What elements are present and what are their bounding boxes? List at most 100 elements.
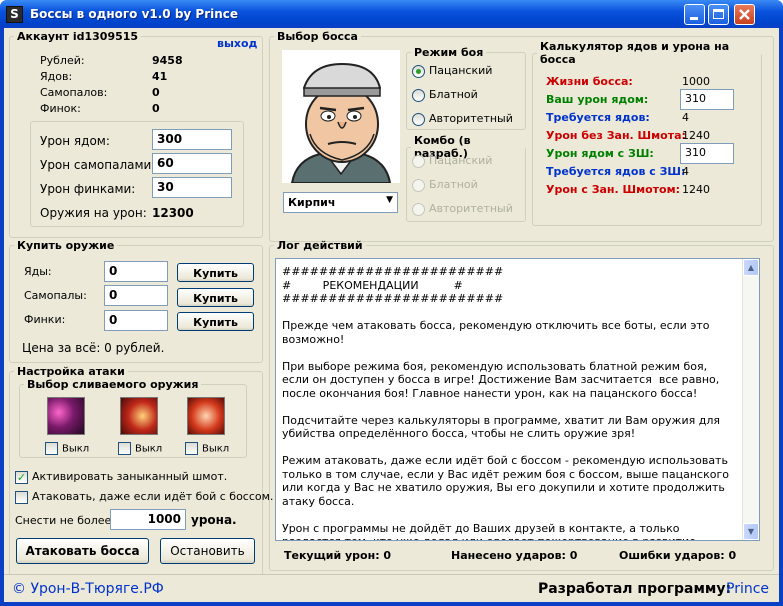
radio-dot-icon	[412, 64, 425, 78]
site-link[interactable]: © Урон-В-Тюряге.РФ	[12, 581, 164, 597]
buy-poison-input[interactable]: 0	[104, 261, 168, 282]
attack-legend: Настройка атаки	[17, 365, 125, 378]
samopal-damage-input[interactable]: 60	[152, 153, 232, 174]
account-legend: Аккаунт id1309515	[17, 30, 139, 43]
mode-blatnoy-radio[interactable]: Блатной	[412, 88, 478, 104]
close-icon	[739, 9, 750, 20]
radio-dot-icon	[412, 178, 425, 192]
poison-off-checkbox[interactable]: Выкл	[45, 442, 89, 457]
buy-samopal-input[interactable]: 0	[104, 285, 168, 306]
finka-off-checkbox[interactable]: Выкл	[185, 442, 229, 457]
poison-damage-input[interactable]: 300	[152, 129, 232, 150]
calc-row-input[interactable]: 310	[680, 143, 734, 164]
calc-row-value: 1000	[682, 75, 710, 88]
combo-patsan-radio: Пацанский	[412, 154, 492, 170]
boss-select[interactable]: Кирпич ▼	[283, 192, 398, 213]
finka-damage-input[interactable]: 30	[152, 177, 232, 198]
weapons-damage-value: 12300	[152, 206, 194, 220]
max-damage-input[interactable]: 1000	[110, 509, 186, 530]
finka-off-label: Выкл	[202, 443, 230, 455]
buy-poison-label: Яды:	[24, 265, 52, 278]
log-scrollbar[interactable]: ▲ ▼	[742, 259, 759, 540]
samopals-value: 0	[152, 86, 160, 99]
finka-damage-label: Урон финками:	[40, 182, 136, 196]
close-button[interactable]	[734, 4, 755, 25]
status-bar: © Урон-В-Тюряге.РФ Разработал программу:…	[4, 574, 779, 602]
calc-row-label: Урон без Зан. Шмота:	[546, 129, 686, 142]
checkbox-icon	[185, 442, 198, 455]
combo-avtoritet-radio: Авторитетный	[412, 202, 513, 218]
drain-legend: Выбор сливаемого оружия	[27, 378, 199, 391]
window-title: Боссы в одного v1.0 by Prince	[30, 7, 239, 21]
checkbox-icon	[15, 490, 28, 504]
buy-samopal-label: Самопалы:	[24, 289, 87, 302]
check-icon: ✓	[15, 470, 28, 484]
poison-icon[interactable]	[47, 397, 85, 435]
maximize-icon	[713, 9, 724, 19]
finka-icon[interactable]	[187, 397, 225, 435]
stop-button[interactable]: Остановить	[160, 538, 255, 564]
combo-blatnoy-radio: Блатной	[412, 178, 478, 194]
poison-off-label: Выкл	[62, 443, 90, 455]
mode-avtoritet-radio[interactable]: Авторитетный	[412, 112, 513, 128]
poisons-label: Ядов:	[40, 70, 73, 83]
attack-busy-label: Атаковать, даже если идёт бой с боссом.	[32, 490, 274, 503]
calc-row-input[interactable]: 310	[680, 89, 734, 110]
calc-row-label: Урон с Зан. Шмотом:	[546, 183, 680, 196]
max-damage-unit: урона.	[191, 513, 237, 527]
rubles-label: Рублей:	[40, 54, 85, 67]
buy-poison-button[interactable]: Купить	[177, 263, 254, 282]
maximize-button[interactable]	[708, 4, 729, 25]
calc-row-label: Жизни босса:	[546, 75, 633, 88]
boss-portrait	[282, 50, 400, 184]
log-legend: Лог действий	[277, 239, 363, 252]
mode-blatnoy-label: Блатной	[429, 88, 478, 101]
activate-stash-checkbox[interactable]: ✓ Активировать заныканный шмот.	[15, 470, 227, 484]
errors-count: Ошибки ударов: 0	[619, 549, 737, 562]
mode-patsan-radio[interactable]: Пацанский	[412, 64, 492, 80]
author-label: Разработал программу:	[538, 581, 732, 597]
samopals-label: Самопалов:	[40, 86, 108, 99]
mode-legend: Режим боя	[414, 46, 484, 59]
boss-select-value: Кирпич	[288, 196, 336, 209]
current-damage: Текущий урон: 0	[284, 549, 392, 562]
checkbox-icon	[45, 442, 58, 455]
activate-stash-label: Активировать заныканный шмот.	[32, 470, 228, 483]
rubles-value: 9458	[152, 54, 183, 67]
mode-avtoritet-label: Авторитетный	[429, 112, 513, 125]
weapons-damage-label: Оружия на урон:	[40, 206, 147, 220]
minimize-icon	[690, 17, 698, 20]
calc-row-label: Урон ядом с ЗШ:	[546, 147, 654, 160]
logout-link[interactable]: выход	[217, 37, 257, 50]
attack-boss-button[interactable]: Атаковать босса	[16, 538, 149, 564]
author-name[interactable]: Prince	[726, 581, 769, 597]
calc-row-label: Требуется ядов:	[546, 111, 650, 124]
samopal-damage-label: Урон самопалами:	[40, 158, 156, 172]
checkbox-icon	[118, 442, 131, 455]
app-window: S Боссы в одного v1.0 by Prince Аккаунт …	[0, 0, 783, 606]
attack-busy-checkbox[interactable]: Атаковать, даже если идёт бой с боссом.	[15, 490, 273, 504]
minimize-button[interactable]	[684, 4, 705, 25]
scroll-down-icon[interactable]: ▼	[743, 523, 759, 540]
radio-dot-icon	[412, 88, 425, 102]
combo-blatnoy-label: Блатной	[429, 178, 478, 191]
samopal-off-checkbox[interactable]: Выкл	[118, 442, 162, 457]
calc-row-label: Требуется ядов с ЗШ:	[546, 165, 686, 178]
finkas-label: Финок:	[40, 102, 81, 115]
samopal-off-label: Выкл	[135, 443, 163, 455]
buy-finka-input[interactable]: 0	[104, 310, 168, 331]
calc-row-value: 1240	[682, 183, 710, 196]
samopal-icon[interactable]	[120, 397, 158, 435]
max-damage-label: Снести не более:	[15, 514, 115, 527]
buy-finka-button[interactable]: Купить	[177, 312, 254, 331]
poisons-value: 41	[152, 70, 168, 83]
buy-samopal-button[interactable]: Купить	[177, 288, 254, 307]
buy-legend: Купить оружие	[17, 239, 115, 252]
calc-row-value: 4	[682, 165, 689, 178]
boss-face-icon	[290, 62, 392, 184]
log-textbox[interactable]: ######################## # РЕКОМЕНДАЦИИ …	[275, 258, 760, 541]
scroll-up-icon[interactable]: ▲	[743, 259, 759, 276]
title-bar[interactable]: S Боссы в одного v1.0 by Prince	[0, 0, 783, 28]
log-text: ######################## # РЕКОМЕНДАЦИИ …	[282, 265, 729, 540]
poison-damage-label: Урон ядом:	[40, 134, 110, 148]
